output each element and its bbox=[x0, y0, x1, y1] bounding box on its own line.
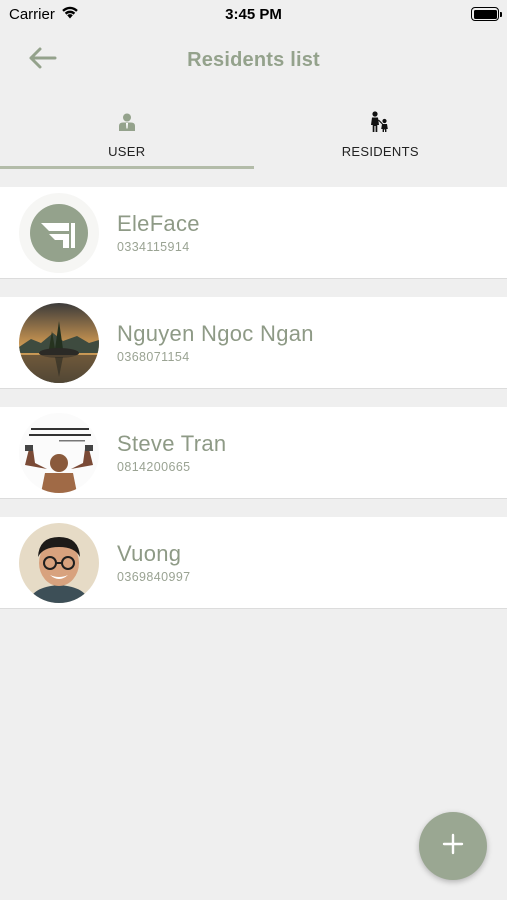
portrait-photo-icon bbox=[19, 522, 99, 603]
residents-list: EleFace 0334115914 Nguyen Ngoc Ngan 0368… bbox=[0, 187, 507, 627]
header: Residents list bbox=[0, 28, 507, 92]
page-title: Residents list bbox=[187, 48, 320, 71]
tab-indicator bbox=[0, 166, 254, 169]
plus-icon bbox=[442, 833, 464, 860]
list-item-text: EleFace 0334115914 bbox=[117, 211, 200, 254]
back-button[interactable] bbox=[22, 42, 62, 78]
battery-icon bbox=[471, 7, 502, 21]
resident-name: Vuong bbox=[117, 541, 182, 566]
resident-name: Nguyen Ngoc Ngan bbox=[117, 321, 314, 346]
eleface-logo-icon bbox=[30, 203, 88, 262]
user-icon bbox=[117, 110, 137, 134]
resident-phone: 0814200665 bbox=[117, 460, 191, 474]
tab-bar: USER RESIDENTS bbox=[0, 100, 507, 172]
list-item-text: Nguyen Ngoc Ngan 0368071154 bbox=[117, 321, 314, 364]
tab-user[interactable]: USER bbox=[0, 100, 254, 172]
carrier-label: Carrier bbox=[9, 5, 55, 23]
avatar bbox=[19, 412, 99, 493]
avatar bbox=[19, 192, 99, 273]
list-item-text: Steve Tran 0814200665 bbox=[117, 431, 226, 474]
list-item[interactable]: EleFace 0334115914 bbox=[0, 187, 507, 279]
add-resident-button[interactable] bbox=[419, 812, 487, 880]
list-item[interactable]: Nguyen Ngoc Ngan 0368071154 bbox=[0, 297, 507, 389]
wifi-icon bbox=[61, 6, 79, 23]
list-item[interactable]: Steve Tran 0814200665 bbox=[0, 407, 507, 499]
avatar bbox=[19, 302, 99, 383]
list-item-text: Vuong 0369840997 bbox=[117, 541, 191, 584]
tab-user-label: USER bbox=[108, 144, 146, 159]
tab-residents[interactable]: RESIDENTS bbox=[254, 100, 507, 172]
tab-residents-label: RESIDENTS bbox=[341, 144, 419, 159]
status-bar: Carrier 3:45 PM bbox=[0, 0, 507, 28]
resident-phone: 0334115914 bbox=[117, 240, 190, 254]
list-item[interactable]: Vuong 0369840997 bbox=[0, 517, 507, 609]
arrow-left-icon bbox=[27, 46, 57, 75]
resident-name: EleFace bbox=[117, 211, 200, 236]
resident-name: Steve Tran bbox=[117, 431, 227, 456]
landscape-photo-icon bbox=[19, 302, 99, 383]
resident-phone: 0368071154 bbox=[117, 350, 190, 364]
family-icon bbox=[369, 110, 391, 134]
avatar bbox=[19, 522, 99, 603]
resident-phone: 0369840997 bbox=[117, 570, 191, 584]
quote-photo-icon bbox=[19, 412, 99, 493]
status-left: Carrier bbox=[9, 6, 79, 23]
